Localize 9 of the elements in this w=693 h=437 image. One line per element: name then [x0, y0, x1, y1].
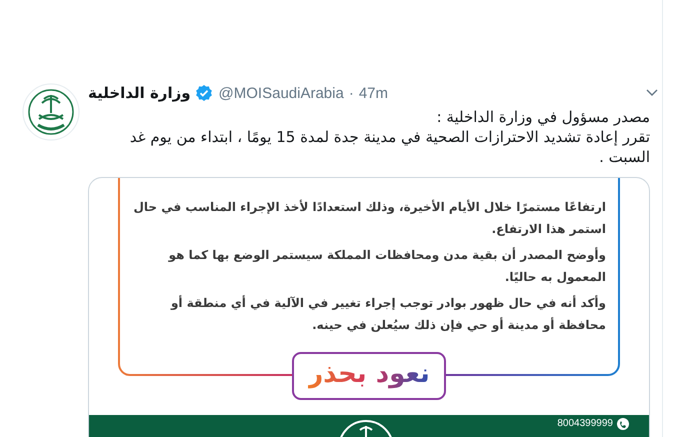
announcement-paragraph: ارتفاعًا مستمرًا خلال الأيام الأخيرة، وذلك استعدادًا لأخذ الإجراء المناسب في حال استمر هذا الارتفاع.	[132, 198, 606, 238]
tweet-text: مصدر مسؤول في وزارة الداخلية : تقرر إعادة تشديد الاحترازات الصحية في مدينة جدة لمدة 15 يومًا ، ابتداء من يوم غد السبت .	[128, 107, 650, 167]
announcement-paragraph: وأوضح المصدر أن بقية مدن ومحافظات المملكة سيستمر الوضع بها كما هو المعمول به حاليًا.	[167, 246, 606, 286]
separator-dot: ·	[348, 84, 354, 102]
announcement-paragraph: وأكد أنه في حال ظهور بوادر توجب إجراء تغيير في الآلية في أي منطقة أو محافظة أو مدينة أو حي فإن ذلك سيُعلن في حينه.	[170, 294, 606, 334]
phone-number: 8004399999	[557, 418, 613, 429]
account-name[interactable]: وزارة الداخلية	[88, 84, 191, 102]
tweet-time[interactable]: 47m	[358, 84, 388, 102]
account-handle[interactable]: @MOISaudiArabia	[218, 84, 344, 102]
